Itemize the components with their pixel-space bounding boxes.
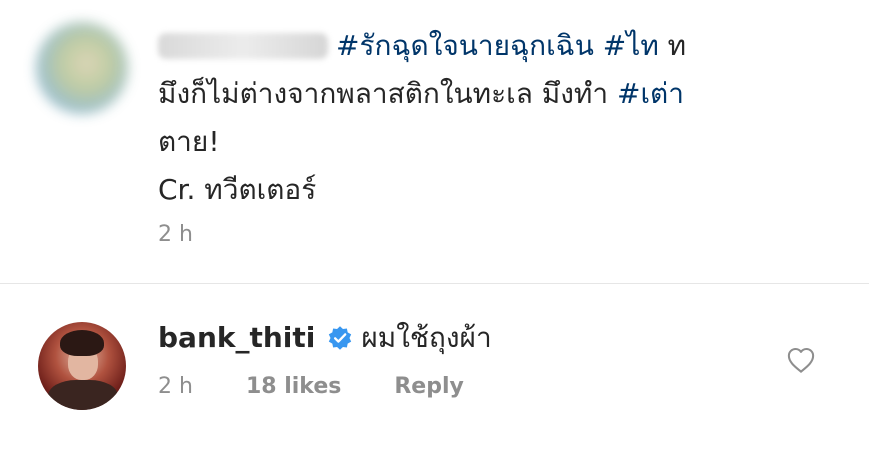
comment-line-2: มึงก็ไม่ต่างจากพลาสติกในทะเล มึงทำ #เต่า xyxy=(158,70,838,118)
comment-line-4: Cr. ทวีตเตอร์ xyxy=(158,173,317,206)
reply-comment-text: ผมใช้ถุงผ้า xyxy=(361,321,492,354)
hashtag-link[interactable]: #ไท xyxy=(603,29,659,62)
comment-line-1: #รักฉุดใจนายฉุกเฉิน #ไท ท xyxy=(158,22,838,70)
username-link[interactable]: bank_thiti xyxy=(158,316,315,360)
avatar[interactable] xyxy=(38,322,126,410)
reply-button[interactable]: Reply xyxy=(394,374,464,399)
hashtag-link[interactable]: #รักฉุดใจนายฉุกเฉิน xyxy=(336,29,594,62)
comment-text-fragment: มึงก็ไม่ต่างจากพลาสติกในทะเล มึงทำ xyxy=(158,77,617,110)
hashtag-link[interactable]: #เต่า xyxy=(617,77,684,110)
heart-icon[interactable] xyxy=(786,346,816,374)
reply-timestamp[interactable]: 2 h xyxy=(158,374,193,399)
comment-timestamp[interactable]: 2 h xyxy=(158,222,193,247)
comment-text: #รักฉุดใจนายฉุกเฉิน #ไท ท มึงก็ไม่ต่างจา… xyxy=(158,22,838,214)
likes-count[interactable]: 18 likes xyxy=(246,374,341,399)
verified-badge-icon xyxy=(329,326,352,350)
comment-line-3: ตาย! xyxy=(158,125,220,158)
commenter-avatar-blurred[interactable] xyxy=(36,22,128,114)
comment-text-fragment: ท xyxy=(658,29,687,62)
divider xyxy=(0,283,869,284)
reply-comment-row: bank_thiti ผมใช้ถุงผ้า xyxy=(158,316,492,360)
blurred-username[interactable] xyxy=(158,33,328,59)
reply-comment-meta: 2 h 18 likes Reply xyxy=(158,374,464,399)
